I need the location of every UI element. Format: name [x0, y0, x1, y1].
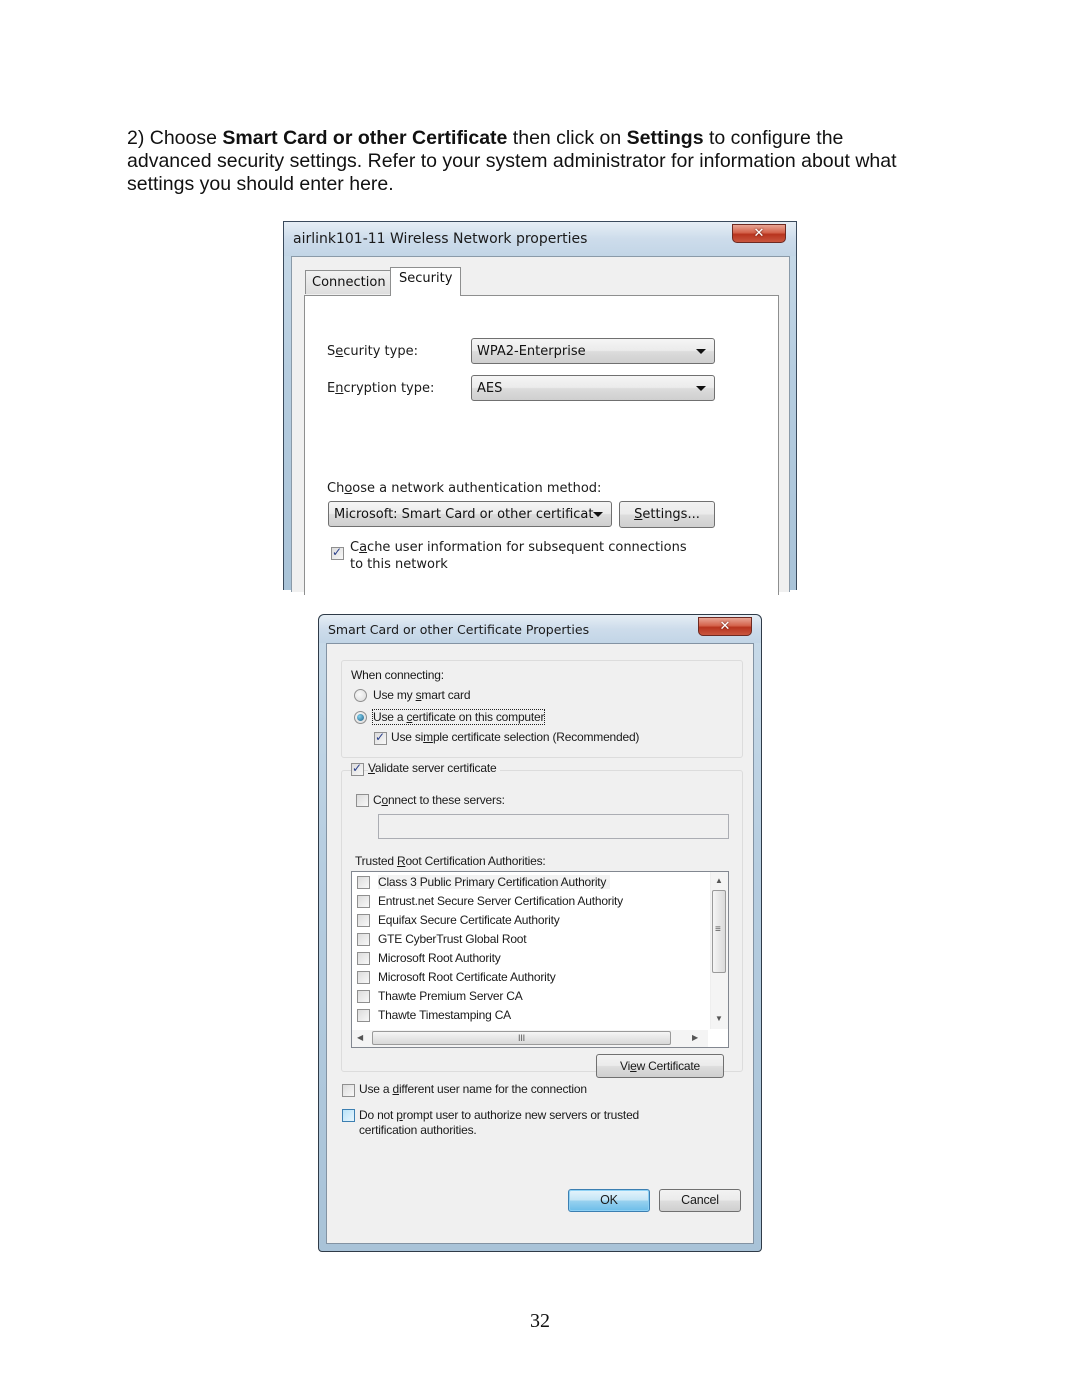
list-item[interactable]: Microsoft Root Authority	[357, 949, 697, 968]
auth-method-value: Microsoft: Smart Card or other certifica…	[334, 507, 594, 522]
validate-server-group: Validate server certificate Connect to t…	[341, 761, 743, 1078]
close-icon: ✕	[719, 619, 731, 634]
close-icon: ✕	[753, 226, 765, 241]
trusted-root-checkbox[interactable]	[357, 914, 370, 927]
trusted-root-name: Equifax Secure Certificate Authority	[378, 913, 560, 927]
trusted-root-list[interactable]: Class 3 Public Primary Certification Aut…	[351, 871, 729, 1048]
horizontal-scroll-thumb[interactable]: III	[372, 1031, 671, 1045]
list-item[interactable]: Entrust.net Secure Server Certification …	[357, 892, 697, 911]
trusted-root-name: Class 3 Public Primary Certification Aut…	[378, 875, 611, 889]
use-certificate-label: Use a certificate on this computer	[371, 709, 546, 725]
ok-button[interactable]: OK	[568, 1189, 650, 1212]
no-prompt-label: Do not prompt user to authorize new serv…	[359, 1108, 640, 1137]
trusted-root-checkbox[interactable]	[357, 971, 370, 984]
trusted-root-checkbox[interactable]	[357, 990, 370, 1003]
grip-icon: ≡	[715, 924, 721, 935]
title-bar[interactable]: Smart Card or other Certificate Properti…	[319, 615, 761, 643]
view-certificate-button[interactable]: View Certificate	[596, 1054, 724, 1078]
tab-label: Connection	[312, 275, 386, 290]
use-smart-card-label: Use my smart card	[373, 688, 471, 702]
different-user-label: Use a different user name for the connec…	[359, 1082, 587, 1096]
scroll-left-arrow-icon[interactable]: ◀	[357, 1033, 363, 1042]
trusted-root-checkbox[interactable]	[357, 895, 370, 908]
trusted-root-name: Entrust.net Secure Server Certification …	[378, 894, 623, 908]
security-type-value: WPA2-Enterprise	[477, 344, 586, 359]
dialog-body: When connecting: Use my smart card Use a…	[326, 643, 754, 1244]
trusted-root-checkbox[interactable]	[357, 952, 370, 965]
title-bar[interactable]: airlink101-11 Wireless Network propertie…	[284, 222, 796, 256]
scroll-up-arrow-icon[interactable]: ▲	[715, 876, 723, 885]
instruction-emphasis-smart-card: Smart Card or other Certificate	[222, 127, 508, 149]
use-smart-card-radio[interactable]	[354, 689, 367, 702]
trusted-root-name: Thawte Timestamping CA	[378, 1008, 511, 1022]
scroll-down-arrow-icon[interactable]: ▼	[715, 1014, 723, 1023]
encryption-type-dropdown[interactable]: AES	[471, 375, 715, 401]
window-title: Smart Card or other Certificate Properti…	[328, 622, 590, 637]
close-button[interactable]: ✕	[698, 617, 752, 636]
horizontal-scrollbar[interactable]: ◀ III ▶	[352, 1030, 708, 1047]
security-type-label: Security type:	[327, 344, 418, 359]
different-user-checkbox[interactable]	[342, 1084, 355, 1097]
vertical-scrollbar[interactable]: ▲ ≡ ▼	[710, 872, 728, 1029]
connect-to-servers-label: Connect to these servers:	[373, 793, 505, 807]
simple-certificate-selection-checkbox[interactable]	[374, 730, 387, 745]
trusted-root-checkbox[interactable]	[357, 876, 370, 889]
trusted-root-checkbox[interactable]	[357, 933, 370, 946]
list-item[interactable]: Microsoft Root Certificate Authority	[357, 968, 697, 987]
list-item[interactable]: Class 3 Public Primary Certification Aut…	[357, 873, 697, 892]
wireless-network-properties-window: airlink101-11 Wireless Network propertie…	[283, 221, 797, 595]
security-type-dropdown[interactable]: WPA2-Enterprise	[471, 338, 715, 364]
encryption-type-label: Encryption type:	[327, 381, 435, 396]
trusted-root-name: Thawte Premium Server CA	[378, 989, 523, 1003]
cache-user-info-label: Cache user information for subsequent co…	[350, 540, 687, 572]
cache-user-info-checkbox[interactable]	[331, 545, 344, 560]
tab-security[interactable]: Security	[390, 267, 462, 296]
when-connecting-group: When connecting: Use my smart card Use a…	[341, 660, 743, 758]
window-title: airlink101-11 Wireless Network propertie…	[293, 231, 588, 247]
no-prompt-checkbox[interactable]	[342, 1109, 355, 1122]
cancel-button[interactable]: Cancel	[659, 1189, 741, 1212]
trusted-root-label: Trusted Root Certification Authorities:	[355, 854, 546, 868]
vertical-scroll-thumb[interactable]: ≡	[712, 890, 726, 973]
encryption-type-value: AES	[477, 381, 503, 396]
chevron-down-icon	[593, 512, 603, 517]
connect-to-servers-checkbox[interactable]	[356, 794, 369, 807]
auth-method-dropdown[interactable]: Microsoft: Smart Card or other certifica…	[328, 501, 612, 527]
scroll-right-arrow-icon[interactable]: ▶	[692, 1033, 698, 1042]
page-number: 32	[530, 1310, 550, 1332]
when-connecting-label: When connecting:	[351, 668, 444, 682]
security-tab-panel: Security type: WPA2-Enterprise Encryptio…	[304, 295, 779, 595]
close-button[interactable]: ✕	[732, 224, 786, 243]
simple-certificate-selection-label: Use simple certificate selection (Recomm…	[391, 730, 640, 744]
validate-server-checkbox[interactable]	[351, 761, 364, 776]
list-item[interactable]: Thawte Premium Server CA	[357, 987, 697, 1006]
auth-method-label: Choose a network authentication method:	[327, 481, 602, 496]
chevron-down-icon	[696, 349, 706, 354]
trusted-root-name: GTE CyberTrust Global Root	[378, 932, 527, 946]
list-item[interactable]: Equifax Secure Certificate Authority	[357, 911, 697, 930]
trusted-root-name: Microsoft Root Authority	[378, 951, 501, 965]
trusted-root-checkbox[interactable]	[357, 1009, 370, 1022]
servers-input[interactable]	[378, 814, 729, 839]
dialog-body: Connection Security Security type: WPA2-…	[291, 256, 790, 595]
tab-connection[interactable]: Connection	[305, 270, 393, 294]
list-item[interactable]: GTE CyberTrust Global Root	[357, 930, 697, 949]
use-certificate-radio[interactable]	[354, 711, 367, 724]
instruction-text: then click on	[507, 127, 627, 149]
instruction-step: 2) Choose	[127, 127, 223, 149]
instruction-emphasis-settings: Settings	[626, 127, 704, 149]
list-item[interactable]: Thawte Timestamping CA	[357, 1006, 697, 1025]
chevron-down-icon	[696, 386, 706, 391]
validate-server-label: Validate server certificate	[368, 761, 501, 775]
smart-card-certificate-properties-window: Smart Card or other Certificate Properti…	[318, 614, 762, 1252]
trusted-root-name: Microsoft Root Certificate Authority	[378, 970, 556, 984]
instruction-paragraph: 2) Choose Smart Card or other Certificat…	[127, 127, 927, 196]
tab-label: Security	[399, 271, 453, 286]
settings-button[interactable]: Settings...	[619, 501, 715, 528]
grip-icon: III	[518, 1033, 525, 1043]
